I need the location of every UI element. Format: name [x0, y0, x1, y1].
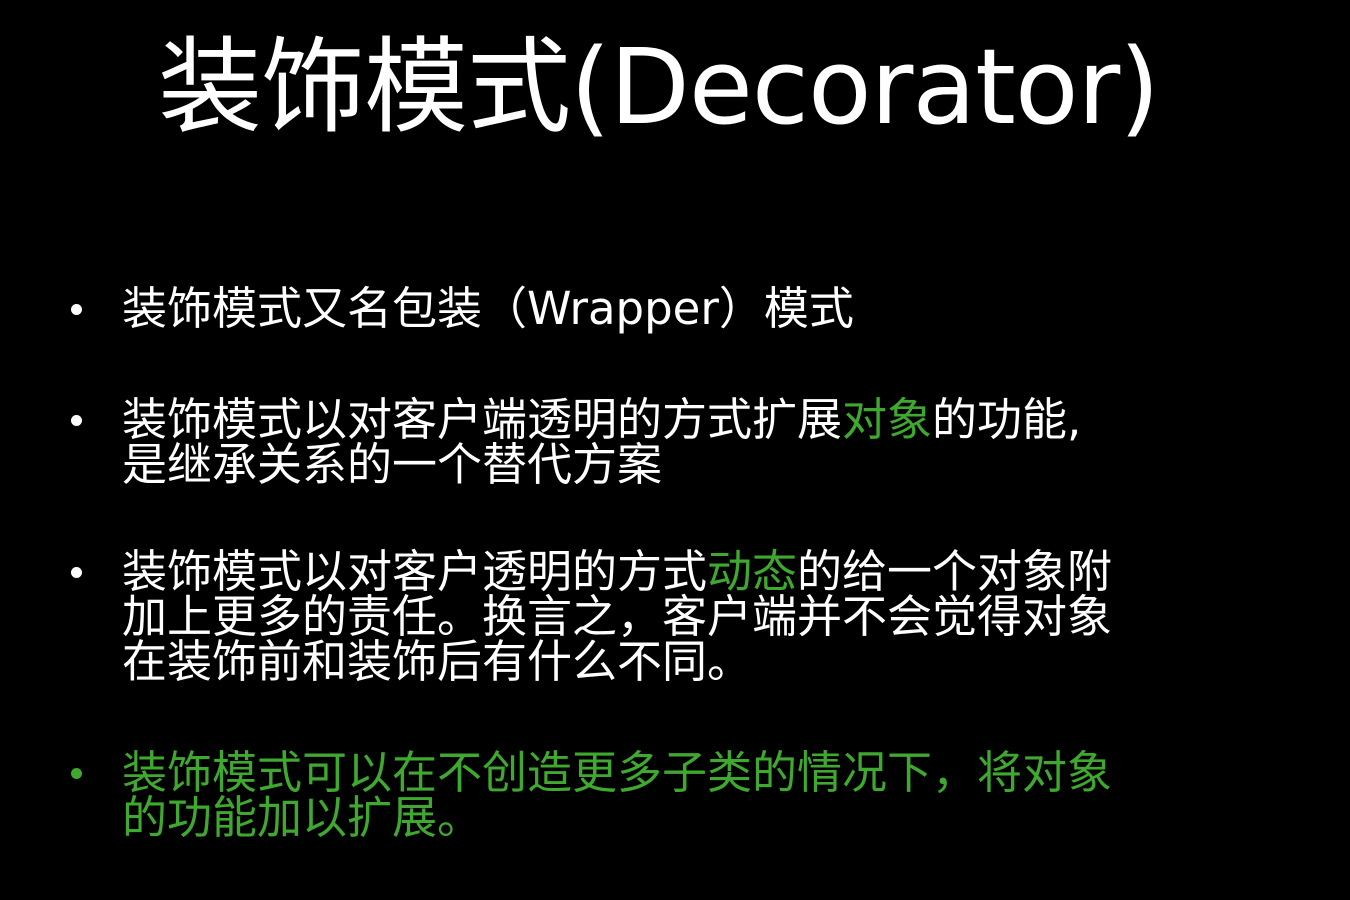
bullet-line: 加上更多的责任。换言之，客户端并不会觉得对象	[122, 590, 1113, 643]
bullet-item: 装饰模式又名包装（Wrapper）模式	[71, 282, 1232, 335]
bullet-line: 的功能加以扩展。	[122, 791, 483, 844]
bullet-item: 装饰模式以对客户端透明的方式扩展对象的功能, 是继承关系的一个替代方案	[71, 397, 1232, 491]
bullet-dot-icon	[71, 567, 82, 578]
bullet-line: 是继承关系的一个替代方案	[122, 438, 663, 491]
bullet-line: 装饰模式又名包装（Wrapper）模式	[122, 282, 854, 335]
bullet-dot-icon	[71, 768, 82, 779]
bullet-item: 装饰模式以对客户透明的方式动态的给一个对象附 加上更多的责任。换言之，客户端并不…	[71, 549, 1232, 688]
bullet-text: 的功能,	[932, 393, 1082, 446]
bullet-line: 装饰模式以对客户透明的方式动态的给一个对象附	[122, 549, 1232, 594]
bullet-item-highlighted: 装饰模式可以在不创造更多子类的情况下，将对象 的功能加以扩展。	[71, 746, 1232, 844]
bullet-dot-icon	[71, 415, 82, 426]
slide-title: 装饰模式(Decorator)	[158, 26, 1160, 148]
bullet-line: 在装饰前和装饰后有什么不同。	[122, 635, 753, 688]
highlight-text: 对象	[842, 393, 933, 446]
bullet-dot-icon	[71, 304, 82, 315]
bullet-line: 装饰模式以对客户端透明的方式扩展对象的功能,	[122, 397, 1232, 442]
slide: 装饰模式(Decorator) 装饰模式又名包装（Wrapper）模式 装饰模式…	[0, 0, 1350, 900]
bullet-line: 装饰模式可以在不创造更多子类的情况下，将对象	[122, 746, 1113, 799]
